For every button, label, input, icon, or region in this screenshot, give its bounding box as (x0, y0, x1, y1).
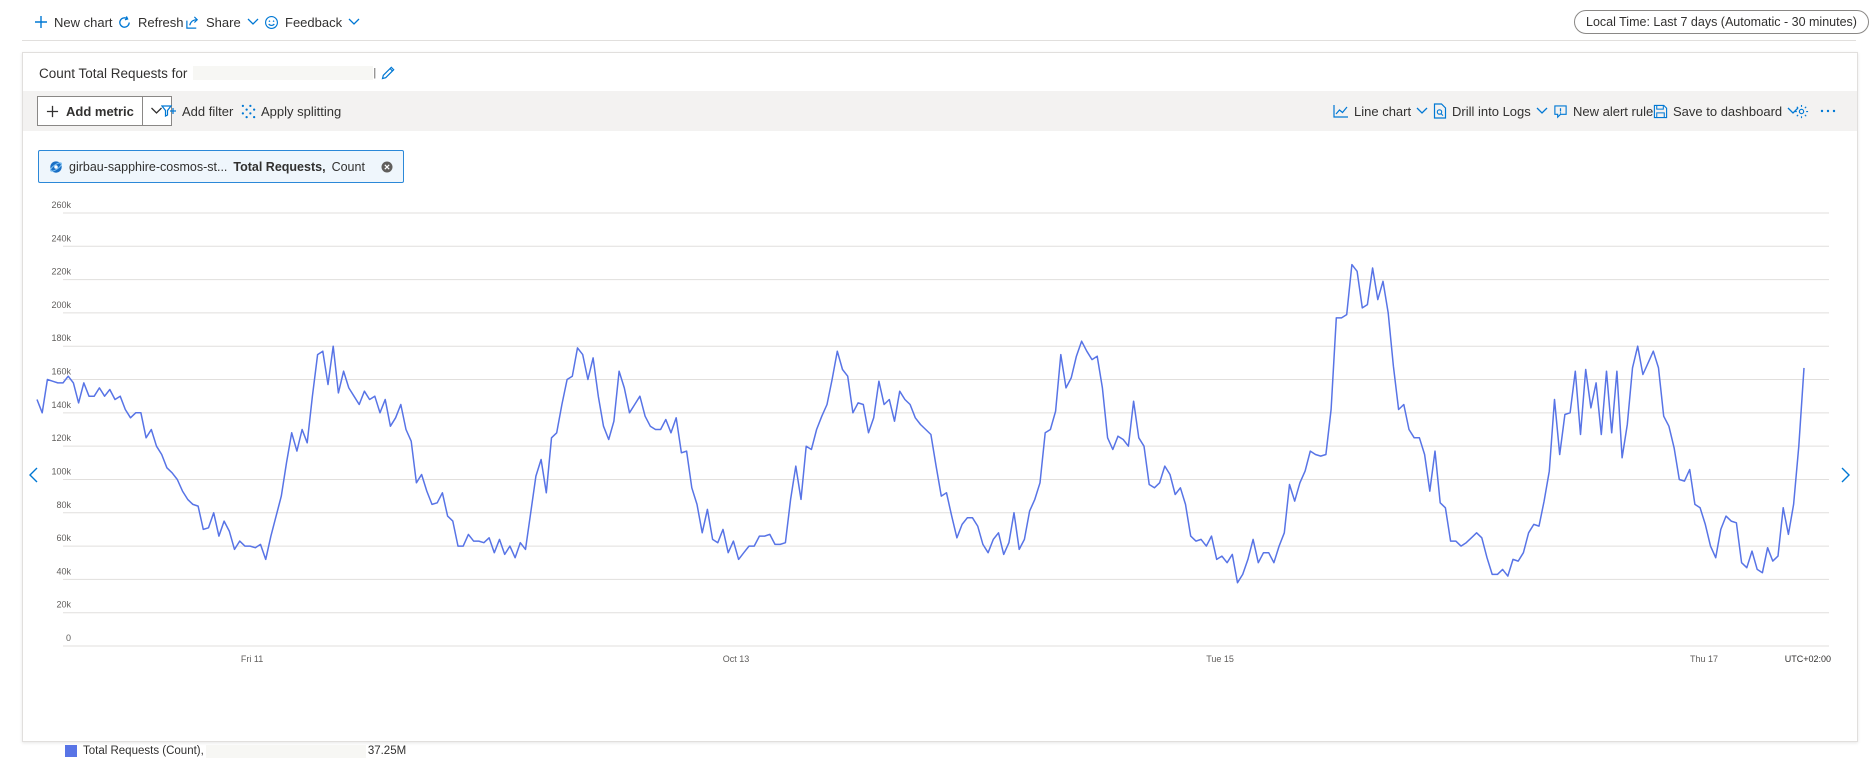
legend-label: Total Requests (Count), (83, 745, 204, 757)
y-tick-label: 160k (51, 367, 71, 377)
share-icon (186, 15, 199, 29)
y-tick-label: 240k (51, 233, 71, 243)
y-tick-label: 200k (51, 300, 71, 310)
new-chart-label: New chart (54, 14, 113, 30)
share-button[interactable]: Share (185, 12, 259, 32)
redacted-resource-name (205, 744, 366, 758)
x-tick-label: Thu 17 (1690, 654, 1718, 664)
time-range-button[interactable]: Local Time: Last 7 days (Automatic - 30 … (1574, 10, 1869, 34)
y-tick-label: 60k (56, 533, 71, 543)
feedback-label: Feedback (285, 14, 343, 30)
y-tick-label: 80k (56, 500, 71, 510)
x-tick-label: Oct 13 (723, 654, 750, 664)
y-tick-label: 140k (51, 400, 71, 410)
x-tick-label: Fri 11 (241, 654, 263, 664)
line-chart: 260k 240k 220k 200k 180k 160k 140k 120k 100k 80k 6… (36, 200, 1831, 664)
refresh-button[interactable]: Refresh (117, 12, 184, 32)
y-tick-label: 260k (51, 200, 71, 210)
chevron-down-icon (247, 18, 259, 25)
command-bar: New chart Refresh Share Feedback Local T… (0, 0, 1876, 40)
legend-total: 37.25M (367, 745, 407, 757)
y-tick-label: 20k (56, 600, 71, 610)
y-tick-label: 0 (66, 633, 71, 643)
feedback-button[interactable]: Feedback (264, 12, 360, 32)
y-tick-label: 40k (56, 566, 71, 576)
new-chart-button[interactable]: New chart (34, 12, 113, 32)
x-tick-label: Tue 15 (1206, 654, 1234, 664)
chart-legend[interactable]: Total Requests (Count), 37.25M (65, 742, 406, 760)
legend-swatch (65, 745, 77, 757)
plus-icon (35, 16, 47, 28)
timezone-label: UTC+02:00 (1785, 654, 1831, 664)
chart-card: Count Total Requests for | Add metric Ad… (22, 52, 1858, 758)
refresh-icon (119, 15, 130, 28)
y-tick-label: 100k (51, 466, 71, 476)
refresh-label: Refresh (138, 14, 184, 30)
y-tick-label: 180k (51, 333, 71, 343)
smiley-icon (265, 15, 278, 29)
series-line-total-requests (36, 263, 1805, 584)
chevron-down-icon (348, 18, 360, 25)
y-tick-label: 120k (51, 433, 71, 443)
share-label: Share (206, 14, 241, 30)
y-tick-label: 220k (51, 267, 71, 277)
divider (22, 40, 1856, 41)
